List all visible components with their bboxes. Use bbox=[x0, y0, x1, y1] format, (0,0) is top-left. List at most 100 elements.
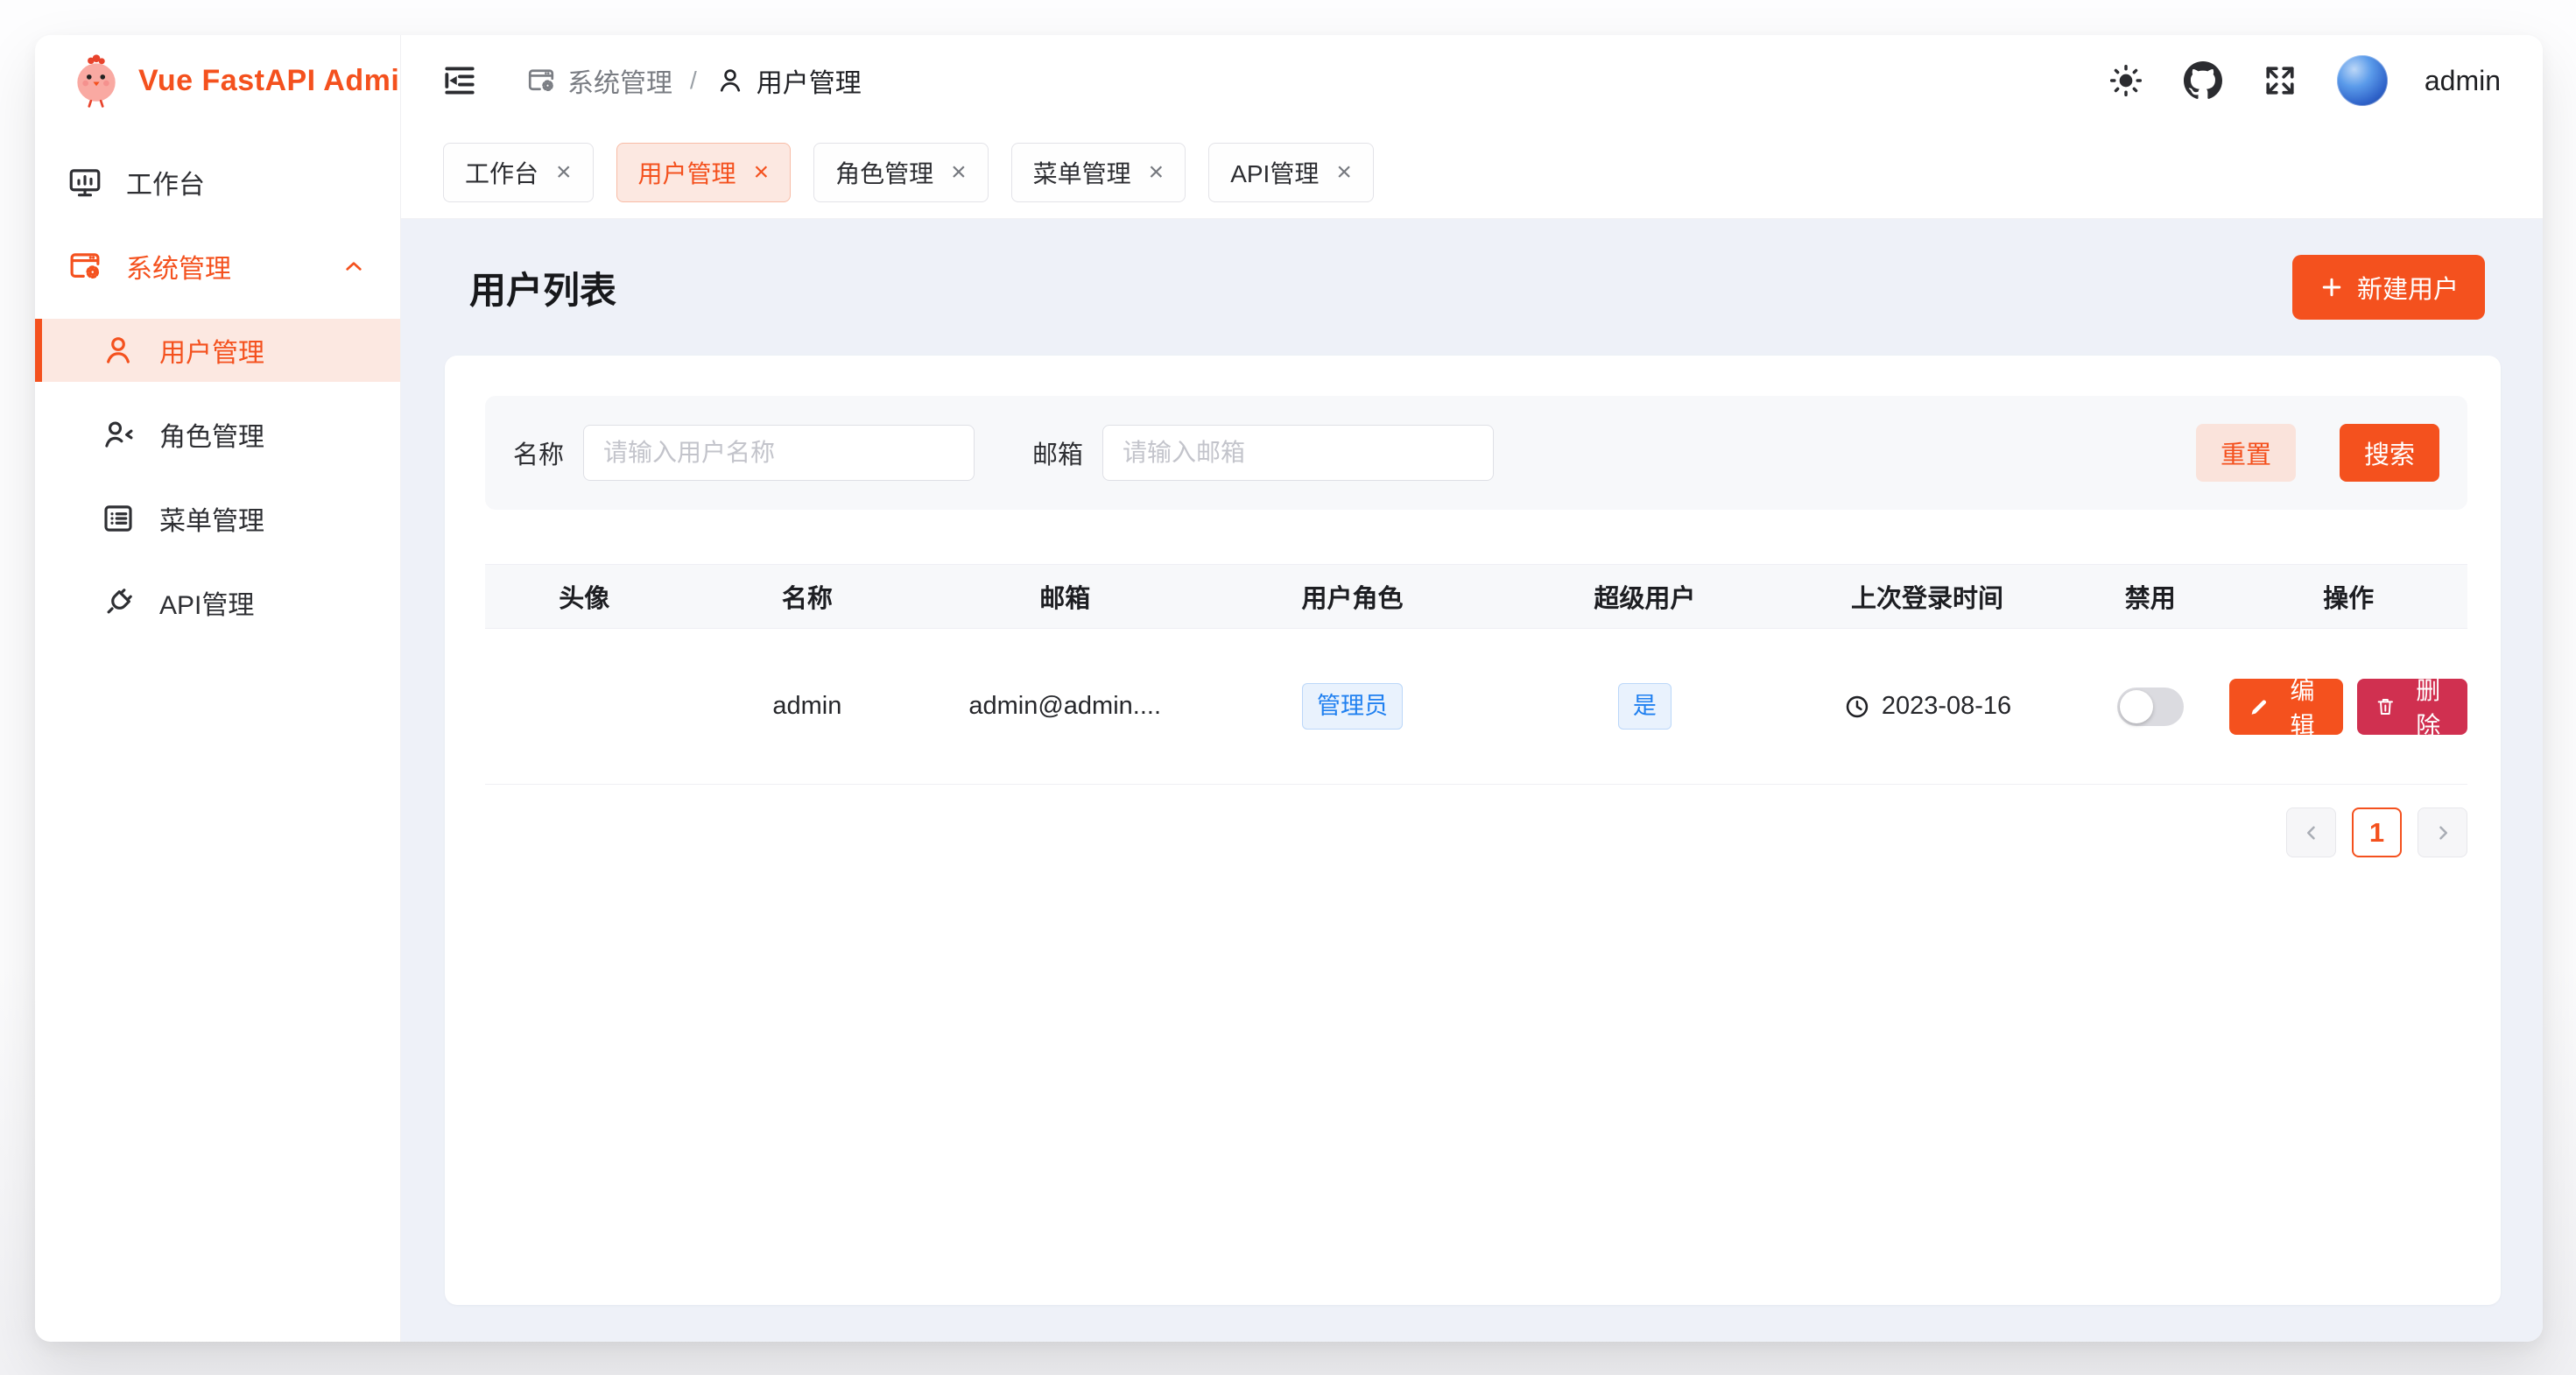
email-field: 邮箱 bbox=[1032, 425, 1494, 481]
tab-close-icon[interactable]: × bbox=[754, 159, 770, 186]
tab-bar: 工作台 × 用户管理 × 角色管理 × 菜单管理 × API管理 × bbox=[401, 126, 2543, 219]
app-title: Vue FastAPI Admin bbox=[138, 64, 419, 98]
toggle-knob bbox=[2120, 690, 2153, 723]
sidebar-item-label: API管理 bbox=[159, 583, 254, 622]
breadcrumb-separator: / bbox=[690, 67, 697, 95]
tab-close-icon[interactable]: × bbox=[1336, 159, 1352, 186]
name-field-label: 名称 bbox=[513, 434, 564, 471]
column-header-name: 名称 bbox=[683, 578, 931, 615]
table-header-row: 头像 名称 邮箱 用户角色 超级用户 上次登录时间 禁用 操作 bbox=[485, 564, 2467, 629]
sidebar-item-system[interactable]: 系统管理 bbox=[35, 235, 400, 298]
actions-cell: 编辑 删除 bbox=[2229, 679, 2467, 735]
last-login-value: 2023-08-16 bbox=[1882, 692, 2011, 721]
reset-button[interactable]: 重置 bbox=[2196, 424, 2296, 482]
theme-toggle-button[interactable] bbox=[2106, 60, 2146, 101]
top-bar: 系统管理 / 用户管理 bbox=[401, 35, 2543, 126]
email-field-label: 邮箱 bbox=[1032, 434, 1083, 471]
tab-workbench[interactable]: 工作台 × bbox=[443, 143, 594, 202]
sidebar-item-workbench[interactable]: 工作台 bbox=[35, 151, 400, 214]
api-plug-icon bbox=[100, 584, 137, 621]
fullscreen-expand-icon bbox=[2261, 61, 2299, 100]
collapse-menu-icon bbox=[440, 61, 479, 100]
search-button[interactable]: 搜索 bbox=[2340, 424, 2439, 482]
pencil-icon bbox=[2249, 695, 2270, 719]
app-window: Vue FastAPI Admin 工作台 系统管理 bbox=[35, 35, 2543, 1342]
search-panel: 名称 邮箱 重置 搜索 bbox=[485, 396, 2467, 510]
page-title: 用户列表 bbox=[469, 261, 616, 314]
new-user-button-label: 新建用户 bbox=[2357, 269, 2459, 306]
content-area: 用户列表 新建用户 名称 邮箱 bbox=[401, 219, 2543, 1342]
sidebar-item-label: 系统管理 bbox=[126, 247, 231, 286]
user-icon bbox=[714, 65, 746, 96]
sidebar-item-menu-management[interactable]: 菜单管理 bbox=[35, 487, 400, 550]
column-header-superuser: 超级用户 bbox=[1506, 578, 1784, 615]
breadcrumb: 系统管理 / 用户管理 bbox=[525, 61, 862, 100]
edit-button[interactable]: 编辑 bbox=[2229, 679, 2343, 735]
edit-button-label: 编辑 bbox=[2281, 672, 2324, 742]
table-row: admin admin@admin.... 管理员 是 bbox=[485, 629, 2467, 785]
system-window-gear-icon bbox=[67, 248, 103, 285]
tab-close-icon[interactable]: × bbox=[951, 159, 967, 186]
tab-label: 用户管理 bbox=[638, 155, 736, 190]
tab-close-icon[interactable]: × bbox=[1149, 159, 1165, 186]
sidebar-item-label: 工作台 bbox=[126, 163, 205, 201]
sun-icon bbox=[2107, 61, 2145, 100]
username-label[interactable]: admin bbox=[2425, 65, 2501, 97]
tab-label: 菜单管理 bbox=[1033, 155, 1131, 190]
breadcrumb-item-system[interactable]: 系统管理 bbox=[525, 61, 672, 100]
sidebar-collapse-button[interactable] bbox=[440, 60, 480, 101]
user-email-cell: admin@admin.... bbox=[931, 692, 1199, 721]
breadcrumb-item-users[interactable]: 用户管理 bbox=[714, 61, 862, 100]
superuser-cell: 是 bbox=[1506, 683, 1784, 729]
chevron-up-icon bbox=[335, 252, 372, 280]
tab-role-management[interactable]: 角色管理 × bbox=[813, 143, 989, 202]
main-area: 系统管理 / 用户管理 bbox=[401, 35, 2543, 1342]
role-user-icon bbox=[100, 416, 137, 453]
pagination-page-1[interactable]: 1 bbox=[2352, 807, 2402, 857]
sidebar-item-user-management[interactable]: 用户管理 bbox=[35, 319, 400, 382]
fullscreen-button[interactable] bbox=[2260, 60, 2300, 101]
breadcrumb-label: 系统管理 bbox=[567, 61, 672, 100]
sidebar-item-label: 角色管理 bbox=[159, 415, 264, 454]
sidebar-item-api-management[interactable]: API管理 bbox=[35, 571, 400, 634]
column-header-email: 邮箱 bbox=[931, 578, 1199, 615]
tab-api-management[interactable]: API管理 × bbox=[1208, 143, 1374, 202]
name-input[interactable] bbox=[583, 425, 975, 481]
sidebar-item-role-management[interactable]: 角色管理 bbox=[35, 403, 400, 466]
pagination-prev-button[interactable] bbox=[2286, 807, 2336, 857]
new-user-button[interactable]: 新建用户 bbox=[2292, 255, 2485, 320]
user-role-cell: 管理员 bbox=[1199, 683, 1506, 729]
name-field: 名称 bbox=[513, 425, 975, 481]
monitor-icon bbox=[67, 164, 103, 201]
tab-user-management[interactable]: 用户管理 × bbox=[616, 143, 792, 202]
user-avatar[interactable] bbox=[2337, 55, 2388, 106]
sidebar-item-label: 用户管理 bbox=[159, 331, 264, 370]
tab-label: 角色管理 bbox=[835, 155, 933, 190]
sidebar: Vue FastAPI Admin 工作台 系统管理 bbox=[35, 35, 401, 1342]
sidebar-menu: 工作台 系统管理 用户管 bbox=[35, 126, 400, 655]
email-input[interactable] bbox=[1102, 425, 1494, 481]
system-window-gear-icon bbox=[525, 65, 557, 96]
delete-button-label: 删除 bbox=[2407, 672, 2450, 742]
superuser-tag: 是 bbox=[1618, 683, 1672, 729]
role-tag: 管理员 bbox=[1302, 683, 1403, 729]
disabled-cell bbox=[2071, 688, 2229, 726]
github-icon bbox=[2184, 61, 2222, 100]
pagination-next-button[interactable] bbox=[2418, 807, 2467, 857]
breadcrumb-label: 用户管理 bbox=[757, 61, 862, 100]
page-header: 用户列表 新建用户 bbox=[401, 219, 2543, 356]
github-button[interactable] bbox=[2183, 60, 2223, 101]
column-header-avatar: 头像 bbox=[485, 578, 683, 615]
last-login-cell: 2023-08-16 bbox=[1784, 692, 2071, 721]
column-header-role: 用户角色 bbox=[1199, 578, 1506, 615]
trash-icon bbox=[2375, 695, 2397, 719]
disabled-toggle[interactable] bbox=[2117, 688, 2184, 726]
app-logo[interactable]: Vue FastAPI Admin bbox=[35, 35, 400, 126]
tab-close-icon[interactable]: × bbox=[556, 159, 572, 186]
chevron-left-icon bbox=[2298, 820, 2325, 846]
tab-menu-management[interactable]: 菜单管理 × bbox=[1011, 143, 1186, 202]
user-list-card: 名称 邮箱 重置 搜索 头像 名称 邮箱 用 bbox=[445, 356, 2501, 1305]
delete-button[interactable]: 删除 bbox=[2357, 679, 2467, 735]
chevron-right-icon bbox=[2430, 820, 2456, 846]
column-header-disabled: 禁用 bbox=[2071, 578, 2229, 615]
